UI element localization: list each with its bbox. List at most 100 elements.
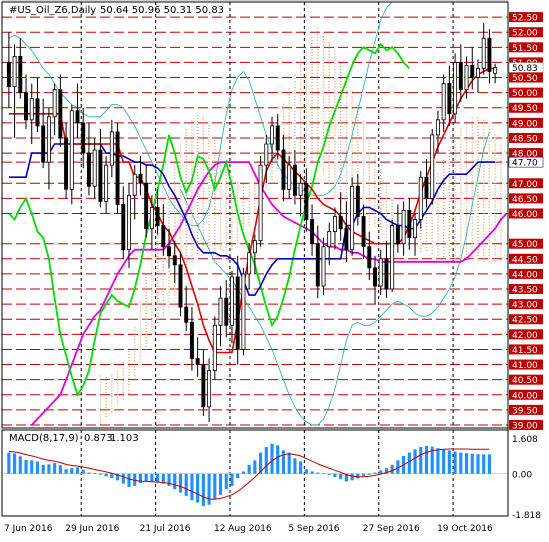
senkou-span-b-line (31, 161, 508, 426)
candle-body (435, 119, 440, 136)
price-tick-label: 52.50 (512, 14, 538, 24)
price-tick-label: 46.00 (512, 210, 538, 220)
macd-bar (327, 473, 331, 475)
macd-bar (304, 469, 308, 474)
macd-bar (281, 450, 286, 474)
candle-body (121, 204, 126, 251)
macd-bar (276, 445, 280, 474)
candle-body (418, 176, 423, 220)
price-tick-label: 50.50 (512, 74, 538, 84)
date-tick-label: 19 Oct 2016 (437, 524, 493, 534)
candle-body (344, 228, 349, 251)
macd-bar (207, 473, 211, 505)
candle-body (350, 185, 355, 251)
price-tick-label: 44.00 (512, 270, 538, 280)
candle-body (252, 240, 257, 254)
candle-body (92, 149, 97, 187)
macd-bar (476, 454, 480, 474)
macd-bar (419, 447, 423, 474)
macd-bar (339, 473, 343, 480)
macd-bar (321, 473, 326, 475)
candle-body (12, 55, 17, 87)
candle-body (212, 324, 217, 371)
macd-bar (333, 473, 337, 477)
macd-bar (64, 469, 68, 474)
candle-body (144, 182, 149, 229)
candle-body (86, 152, 91, 187)
candle-body (167, 246, 172, 257)
price-tick-label: 47.00 (512, 180, 538, 190)
macd-bar (75, 467, 80, 474)
candle-body (287, 164, 292, 190)
macd-bar (24, 459, 28, 474)
candle-body (75, 110, 80, 124)
candle-body (275, 125, 280, 151)
candle-body (401, 210, 406, 245)
macd-bar (270, 443, 274, 474)
candle-body (155, 207, 160, 226)
macd-bar (110, 473, 114, 479)
candle-body (470, 65, 475, 78)
macd-bar (18, 456, 22, 474)
bollinger-upper-line (8, 1, 404, 227)
macd-bar (447, 450, 451, 474)
candle-body (367, 246, 372, 269)
macd-value-label: 0.873 (84, 433, 113, 444)
date-tick-label: 12 Aug 2016 (214, 524, 272, 534)
macd-bar (350, 473, 354, 481)
macd-bar (453, 451, 457, 474)
macd-bar (41, 464, 45, 474)
macd-tick-label: 0.00 (512, 471, 532, 481)
candle-body (338, 216, 343, 229)
macd-bar (361, 473, 366, 476)
candle-body (218, 297, 223, 326)
price-tick-label: 43.00 (512, 301, 538, 311)
macd-bar (87, 472, 91, 474)
candle-body (281, 149, 286, 190)
macd-bar (7, 452, 11, 474)
macd-bar (236, 473, 240, 479)
candle-body (161, 225, 166, 248)
candle-body (413, 219, 418, 239)
macd-bar (144, 473, 148, 482)
date-tick-label: 29 Jun 2016 (65, 524, 119, 534)
candle-body (132, 173, 137, 196)
macd-bar (424, 445, 429, 474)
macd-bar (127, 473, 131, 487)
price-tick-label: 40.50 (512, 376, 538, 386)
candle-body (46, 116, 51, 163)
candle-body (6, 62, 11, 87)
macd-bar (367, 473, 371, 475)
macd-bar (121, 473, 125, 484)
candle-body (230, 276, 234, 326)
macd-bar (173, 473, 177, 490)
ohlc-label: 50.64 50.96 50.31 50.83 (100, 5, 224, 16)
candle-body (270, 125, 274, 145)
price-tick-label: 52.00 (512, 29, 538, 39)
macd-bar (53, 463, 57, 474)
macd-bar (178, 473, 183, 493)
macd-bar (224, 473, 228, 490)
macd-bar (487, 454, 491, 474)
candle-body (332, 216, 337, 233)
macd-bar (230, 473, 234, 486)
candle-body (235, 276, 240, 350)
macd-bar (442, 449, 446, 474)
candle-body (395, 225, 400, 245)
candle-body (52, 89, 57, 118)
candle-body (115, 131, 120, 205)
price-tick-label: 50.00 (512, 89, 538, 99)
macd-bar (293, 458, 297, 474)
candle-body (327, 231, 332, 248)
macd-bar (104, 473, 108, 477)
price-tick-label: 40.00 (512, 391, 538, 401)
candle-body (189, 321, 194, 359)
macd-bar (373, 472, 377, 474)
candle-body (304, 182, 309, 220)
candle-body (224, 297, 229, 326)
macd-bar (201, 473, 205, 506)
price-tick-label: 47.70 (512, 159, 538, 169)
candle-body (493, 67, 498, 74)
candle-body (247, 252, 252, 275)
macd-bar (213, 473, 217, 500)
